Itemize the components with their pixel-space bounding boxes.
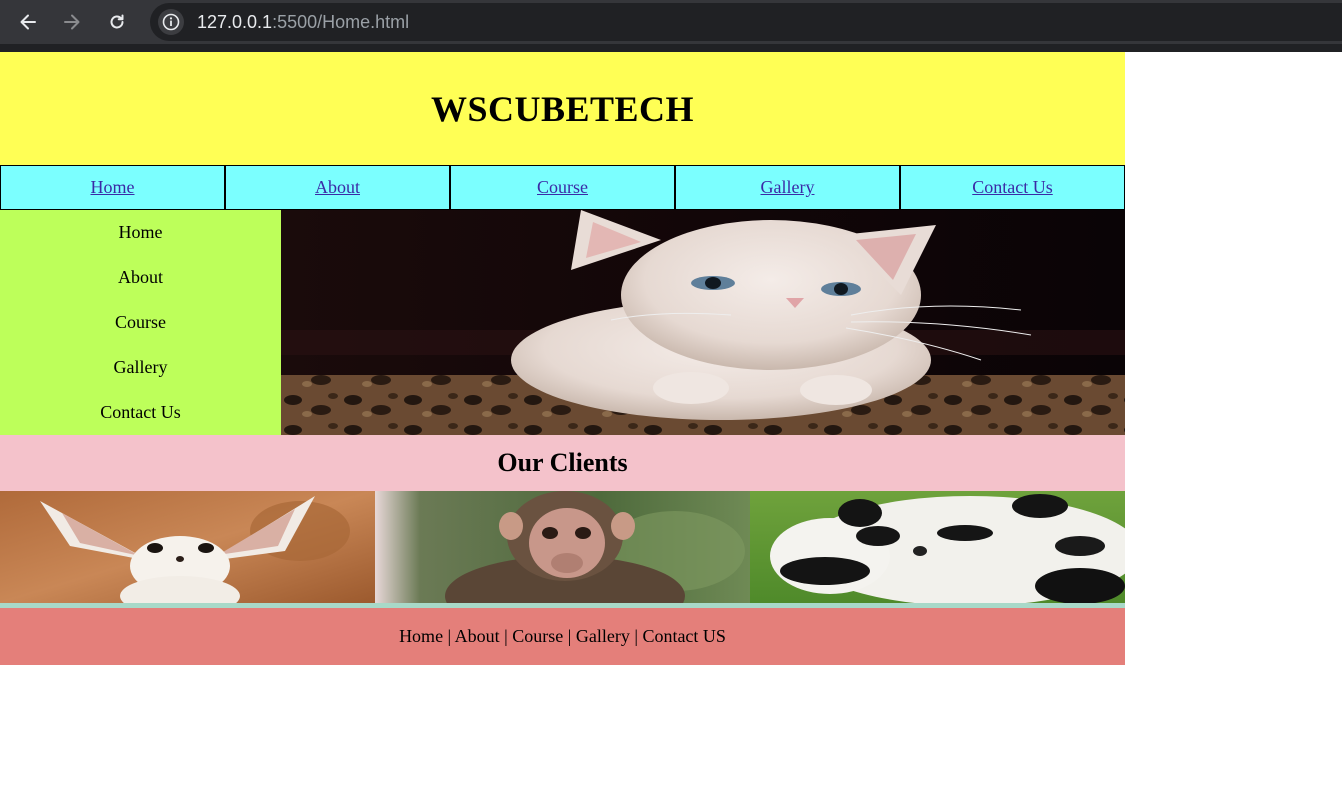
arrow-left-icon — [20, 14, 36, 30]
sidebar-item-contact[interactable]: Contact Us — [100, 402, 181, 423]
sidebar-item-course[interactable]: Course — [115, 312, 166, 333]
nav-link-about[interactable]: About — [225, 165, 450, 210]
kitten-hero-image — [281, 210, 1125, 435]
url-path: :5500/Home.html — [272, 12, 410, 32]
sidebar: Home About Course Gallery Contact Us — [0, 210, 281, 435]
sidebar-item-gallery[interactable]: Gallery — [114, 357, 168, 378]
nav-link-gallery[interactable]: Gallery — [675, 165, 900, 210]
forward-button[interactable] — [58, 8, 86, 36]
site-title: WSCUBETECH — [430, 88, 695, 129]
info-icon[interactable] — [158, 9, 184, 35]
url-host: 127.0.0.1 — [197, 12, 273, 32]
back-button[interactable] — [14, 8, 42, 36]
browser-toolbar: 127.0.0.1:5500/Home.html — [0, 0, 1342, 52]
url-text[interactable]: 127.0.0.1:5500/Home.html — [197, 12, 409, 33]
web-page: WSCUBETECH Home About Course Gallery Con… — [0, 52, 1125, 665]
nav-link-home[interactable]: Home — [0, 165, 225, 210]
arrow-right-icon — [64, 14, 80, 30]
monkey-image — [375, 491, 750, 603]
client-gallery — [0, 491, 1125, 603]
site-header: WSCUBETECH — [0, 52, 1125, 165]
reload-icon — [110, 14, 124, 29]
clients-section-heading: Our Clients — [0, 435, 1125, 491]
top-nav: Home About Course Gallery Contact Us — [0, 165, 1125, 210]
hero-section: Home About Course Gallery Contact Us — [0, 210, 1125, 435]
panda-image — [750, 491, 1125, 603]
address-bar[interactable]: 127.0.0.1:5500/Home.html — [150, 3, 1342, 41]
clients-heading: Our Clients — [497, 448, 628, 477]
sidebar-item-about[interactable]: About — [118, 267, 163, 288]
reload-button[interactable] — [103, 8, 131, 36]
site-footer: Home | About | Course | Gallery | Contac… — [0, 608, 1125, 665]
nav-link-contact[interactable]: Contact Us — [900, 165, 1125, 210]
nav-link-course[interactable]: Course — [450, 165, 675, 210]
fennec-fox-image — [0, 491, 375, 603]
sidebar-item-home[interactable]: Home — [119, 222, 163, 243]
footer-links[interactable]: Home | About | Course | Gallery | Contac… — [399, 626, 726, 647]
